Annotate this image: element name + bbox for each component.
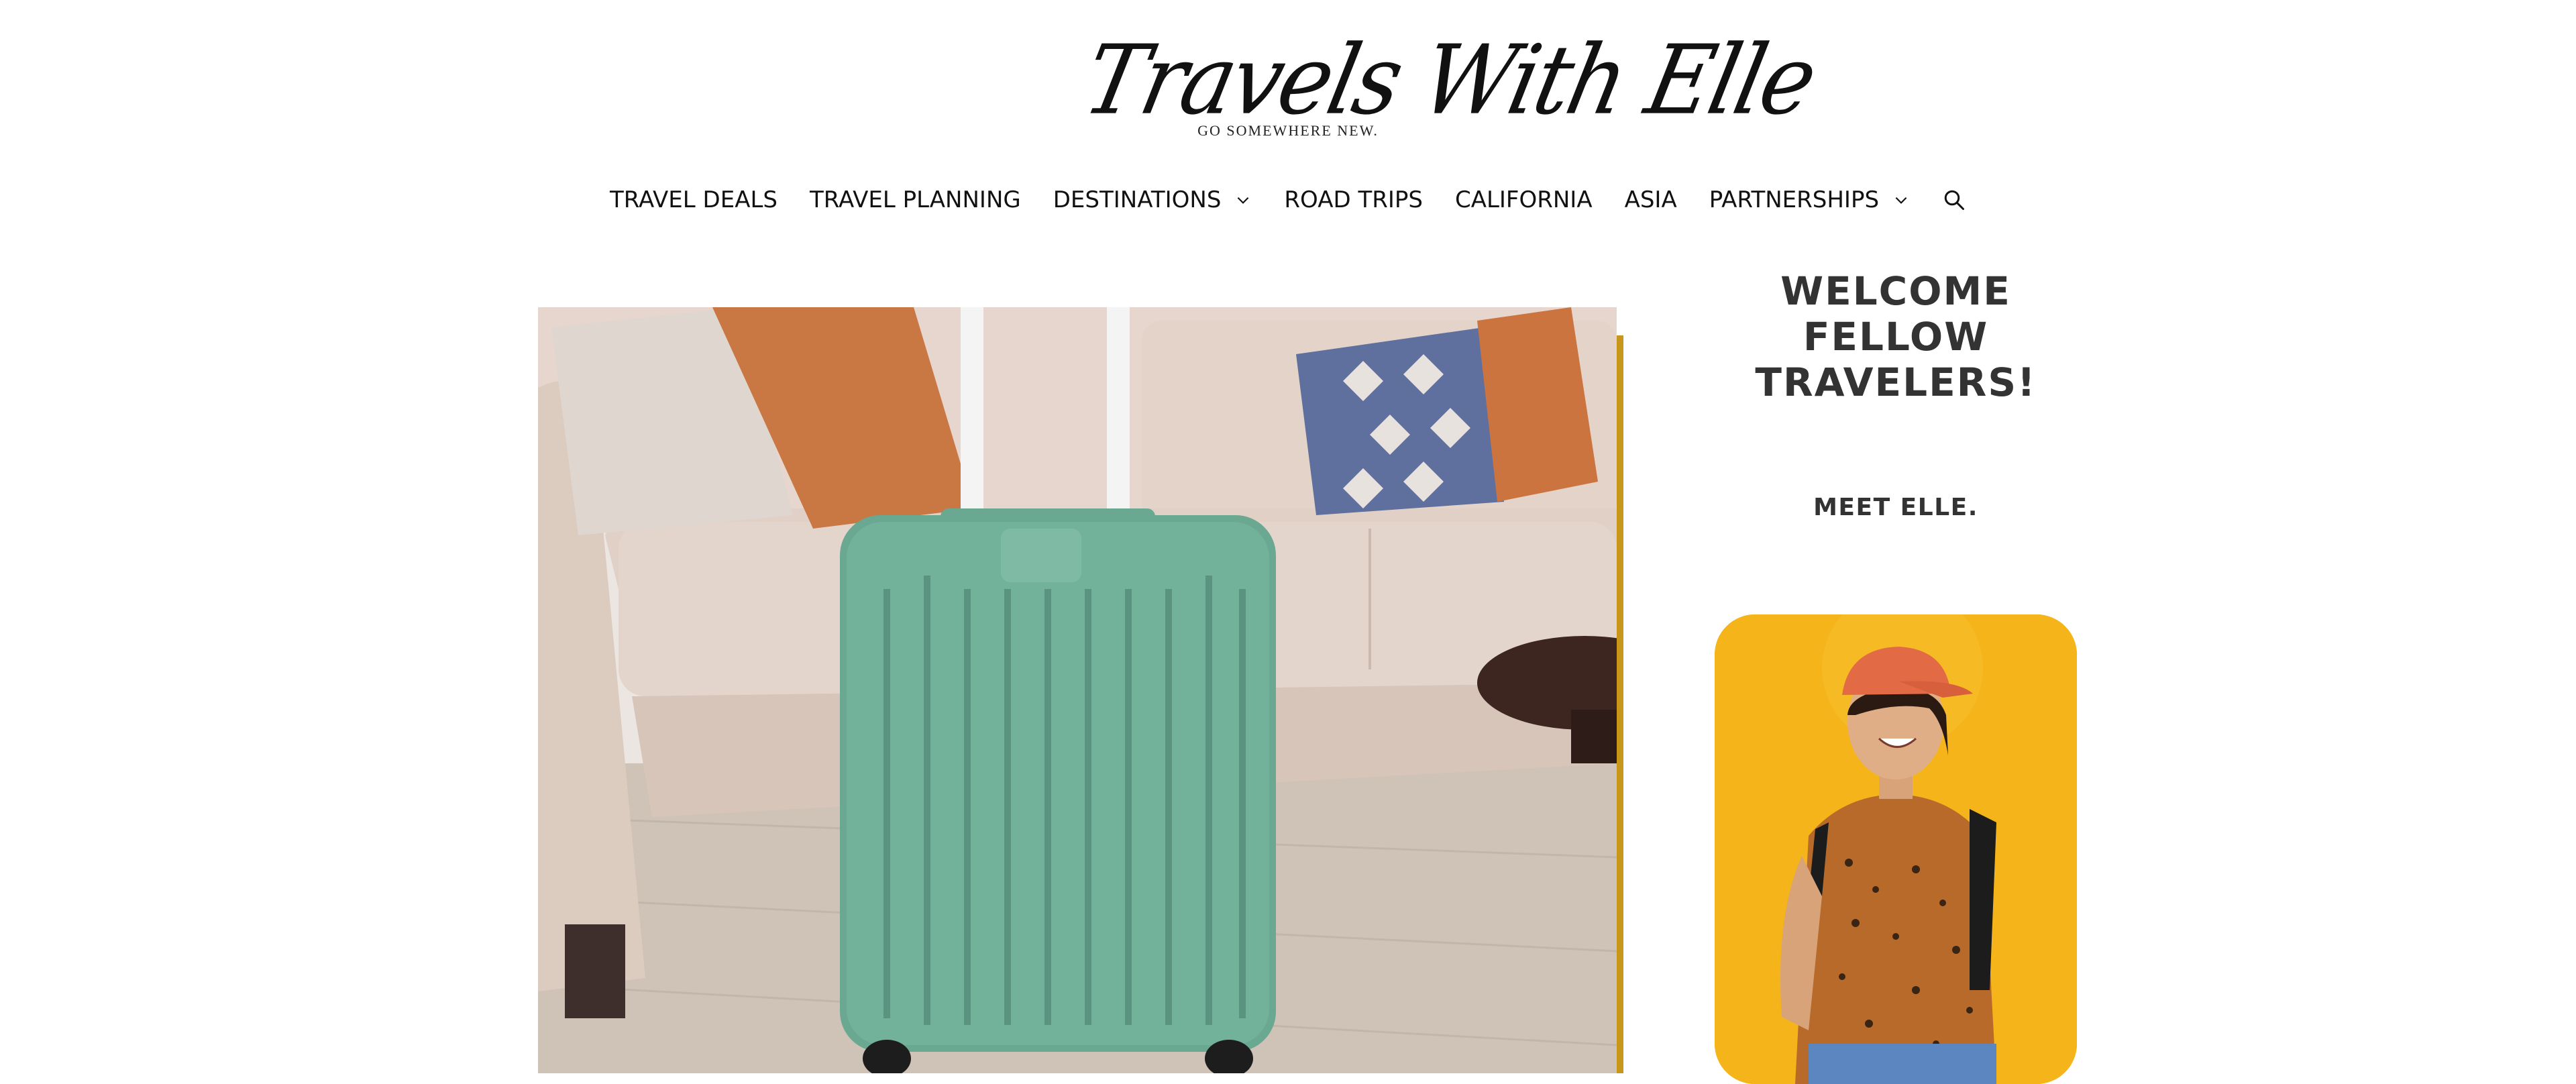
- author-avatar-photo[interactable]: [1715, 614, 2077, 1084]
- welcome-heading: WELCOME FELLOW TRAVELERS!: [1755, 268, 2037, 405]
- nav-item-label: TRAVEL PLANNING: [809, 186, 1021, 213]
- nav-item-label: TRAVEL DEALS: [609, 186, 777, 213]
- sidebar: WELCOME FELLOW TRAVELERS! MEET ELLE.: [1715, 268, 2077, 521]
- nav-item-asia[interactable]: ASIA: [1609, 186, 1693, 213]
- nav-item-california[interactable]: CALIFORNIA: [1439, 186, 1609, 213]
- nav-item-destinations[interactable]: DESTINATIONS: [1037, 186, 1269, 213]
- logo-wordmark: Travels With Elle: [1075, 24, 1824, 137]
- nav-item-partnerships[interactable]: PARTNERSHIPS: [1693, 186, 1926, 213]
- author-photo: [1715, 614, 2077, 1084]
- chevron-down-icon[interactable]: [1234, 191, 1252, 209]
- chevron-down-icon[interactable]: [1892, 191, 1910, 209]
- nav-item-travel-deals[interactable]: TRAVEL DEALS: [594, 186, 794, 213]
- site-logo[interactable]: Travels With Elle GO SOMEWHERE NEW.: [1075, 25, 1823, 154]
- search-button[interactable]: [1926, 188, 1982, 212]
- featured-photo-suitcase: [538, 307, 1617, 1073]
- nav-item-label: ASIA: [1624, 186, 1677, 213]
- nav-item-label: ROAD TRIPS: [1284, 186, 1423, 213]
- nav-item-travel-planning[interactable]: TRAVEL PLANNING: [794, 186, 1037, 213]
- nav-item-label: DESTINATIONS: [1053, 186, 1222, 213]
- featured-image[interactable]: [538, 307, 1617, 1073]
- nav-item-label: CALIFORNIA: [1454, 186, 1593, 213]
- nav-list: TRAVEL DEALS TRAVEL PLANNING DESTINATION…: [594, 186, 1982, 213]
- nav-item-label: PARTNERSHIPS: [1709, 186, 1880, 213]
- main-navigation: TRAVEL DEALS TRAVEL PLANNING DESTINATION…: [0, 176, 2576, 224]
- nav-item-road-trips[interactable]: ROAD TRIPS: [1268, 186, 1439, 213]
- meet-elle-heading: MEET ELLE.: [1813, 494, 1978, 521]
- search-icon: [1944, 190, 1965, 210]
